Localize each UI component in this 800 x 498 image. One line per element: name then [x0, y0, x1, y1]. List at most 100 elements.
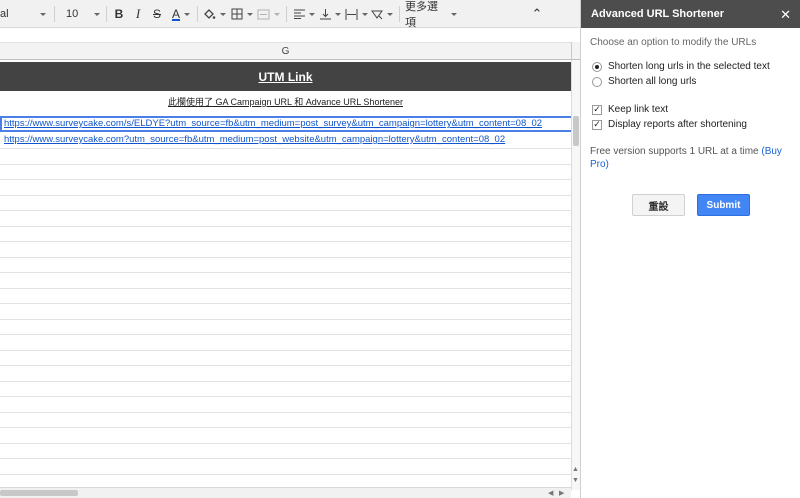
grid-line — [0, 396, 571, 397]
radio-label: Shorten all long urls — [608, 76, 697, 87]
radio-selected-icon — [592, 61, 602, 72]
font-size-select[interactable]: 10 — [62, 0, 102, 28]
text-color-button[interactable]: A — [168, 0, 194, 28]
checkbox-label: Keep link text — [608, 104, 669, 115]
grid-line — [0, 381, 571, 382]
radio-label: Shorten long urls in the selected text — [608, 61, 770, 72]
grid-line — [0, 365, 571, 366]
url-cell[interactable]: https://www.surveycake.com?utm_source=fb… — [0, 132, 575, 148]
title-text: UTM Link — [258, 69, 313, 84]
grid-line — [0, 427, 571, 428]
url-cell-selected[interactable]: https://www.surveycake.com/s/ELDYE?utm_s… — [0, 116, 575, 132]
title-cell[interactable]: UTM Link — [0, 62, 571, 91]
checkbox-label: Display reports after shortening — [608, 119, 747, 130]
grid-line — [0, 412, 571, 413]
borders-icon — [231, 8, 243, 20]
scroll-left-arrow[interactable]: ◀ — [548, 489, 553, 497]
chevron-down-icon — [387, 12, 393, 16]
paint-bucket-icon — [203, 8, 215, 19]
text-wrap-icon — [345, 8, 357, 20]
chevron-down-icon — [247, 12, 253, 16]
grid-line — [0, 350, 571, 351]
align-left-icon — [293, 9, 305, 19]
vertical-align-button[interactable] — [318, 0, 342, 28]
spreadsheet-area: G UTM Link 此欄使用了 GA Campaign URL 和 Advan… — [0, 28, 580, 498]
panel-hint: Choose an option to modify the URLs — [590, 37, 757, 48]
chevron-down-icon — [361, 12, 368, 16]
checkbox-display-reports[interactable]: ✓ Display reports after shortening — [592, 119, 747, 130]
free-version-note: Free version supports 1 URL at a time (B… — [590, 145, 795, 171]
grid-line — [0, 443, 571, 444]
horizontal-scrollbar[interactable]: ◀ ▶ — [0, 487, 571, 498]
grid-line — [0, 226, 571, 227]
text-color-icon: A — [171, 7, 180, 21]
italic-button[interactable]: I — [131, 0, 145, 28]
grid-line — [0, 179, 571, 180]
scroll-down-arrow[interactable]: ▼ — [572, 477, 579, 484]
grid-line — [0, 257, 571, 258]
bold-button[interactable]: B — [112, 0, 126, 28]
submit-button[interactable]: Submit — [697, 194, 750, 216]
chevron-down-icon — [334, 12, 341, 16]
grid-line — [0, 241, 571, 242]
grid-line — [0, 288, 571, 289]
chevron-down-icon — [94, 12, 100, 16]
chevron-down-icon — [219, 12, 226, 16]
checkmark-icon: ✓ — [592, 104, 602, 115]
horizontal-align-button[interactable] — [292, 0, 316, 28]
checkbox-keep-link-text[interactable]: ✓ Keep link text — [592, 104, 668, 115]
text-wrap-button[interactable] — [344, 0, 368, 28]
divider — [54, 6, 55, 22]
chevron-up-icon: ⌃ — [531, 6, 543, 21]
merge-icon — [257, 9, 269, 19]
grid-line — [0, 474, 571, 475]
borders-button[interactable] — [230, 0, 254, 28]
grid-line — [0, 195, 571, 196]
collapse-toolbar-button[interactable]: ⌃ — [528, 0, 546, 28]
free-version-text: Free version supports 1 URL at a time — [590, 146, 759, 157]
font-size-value: 10 — [66, 8, 79, 20]
vertical-scrollbar[interactable] — [571, 60, 580, 490]
chevron-down-icon — [184, 12, 190, 16]
chevron-down-icon — [273, 12, 280, 16]
radio-unselected-icon — [592, 76, 602, 87]
divider — [399, 6, 400, 22]
radio-shorten-all[interactable]: Shorten all long urls — [592, 76, 696, 87]
column-header-filler — [571, 42, 580, 60]
app-window: al 10 B I S A 更多選項 ⌃ G UTM Link 此欄使用了 GA… — [0, 0, 800, 498]
reset-button[interactable]: 重設 — [632, 194, 685, 216]
toolbar: al 10 B I S A 更多選項 ⌃ — [0, 0, 580, 29]
scroll-up-arrow[interactable]: ▲ — [572, 466, 579, 473]
text-rotation-icon — [371, 10, 383, 19]
grid-line — [0, 148, 571, 149]
scroll-right-arrow[interactable]: ▶ — [559, 489, 564, 497]
chevron-down-icon — [40, 12, 46, 16]
grid-line — [0, 303, 571, 304]
radio-shorten-selected[interactable]: Shorten long urls in the selected text — [592, 61, 770, 72]
vertical-scroll-thumb[interactable] — [573, 116, 579, 146]
more-options-button[interactable]: 更多選項 — [405, 0, 457, 29]
panel-title: Advanced URL Shortener — [591, 8, 725, 20]
grid-line — [0, 458, 571, 459]
divider — [106, 6, 107, 22]
chevron-down-icon — [451, 12, 457, 16]
strikethrough-button[interactable]: S — [150, 0, 164, 28]
text-rotation-button[interactable] — [370, 0, 394, 28]
grid-line — [0, 210, 571, 211]
merge-cells-button[interactable] — [256, 0, 280, 28]
grid-line — [0, 272, 571, 273]
horizontal-scroll-thumb[interactable] — [0, 490, 78, 496]
font-family-select[interactable]: al — [0, 0, 50, 28]
subtitle-cell[interactable]: 此欄使用了 GA Campaign URL 和 Advance URL Shor… — [0, 94, 571, 110]
font-family-value: al — [0, 8, 9, 20]
align-bottom-icon — [319, 8, 331, 19]
close-icon[interactable]: ✕ — [780, 8, 791, 21]
fill-color-button[interactable] — [202, 0, 226, 28]
grid-line — [0, 319, 571, 320]
divider — [286, 6, 287, 22]
column-header-g[interactable]: G — [0, 42, 571, 60]
grid-line — [0, 164, 571, 165]
url-shortener-panel: Advanced URL Shortener ✕ Choose an optio… — [580, 0, 800, 498]
chevron-down-icon — [308, 12, 315, 16]
more-options-label: 更多選項 — [405, 1, 438, 29]
